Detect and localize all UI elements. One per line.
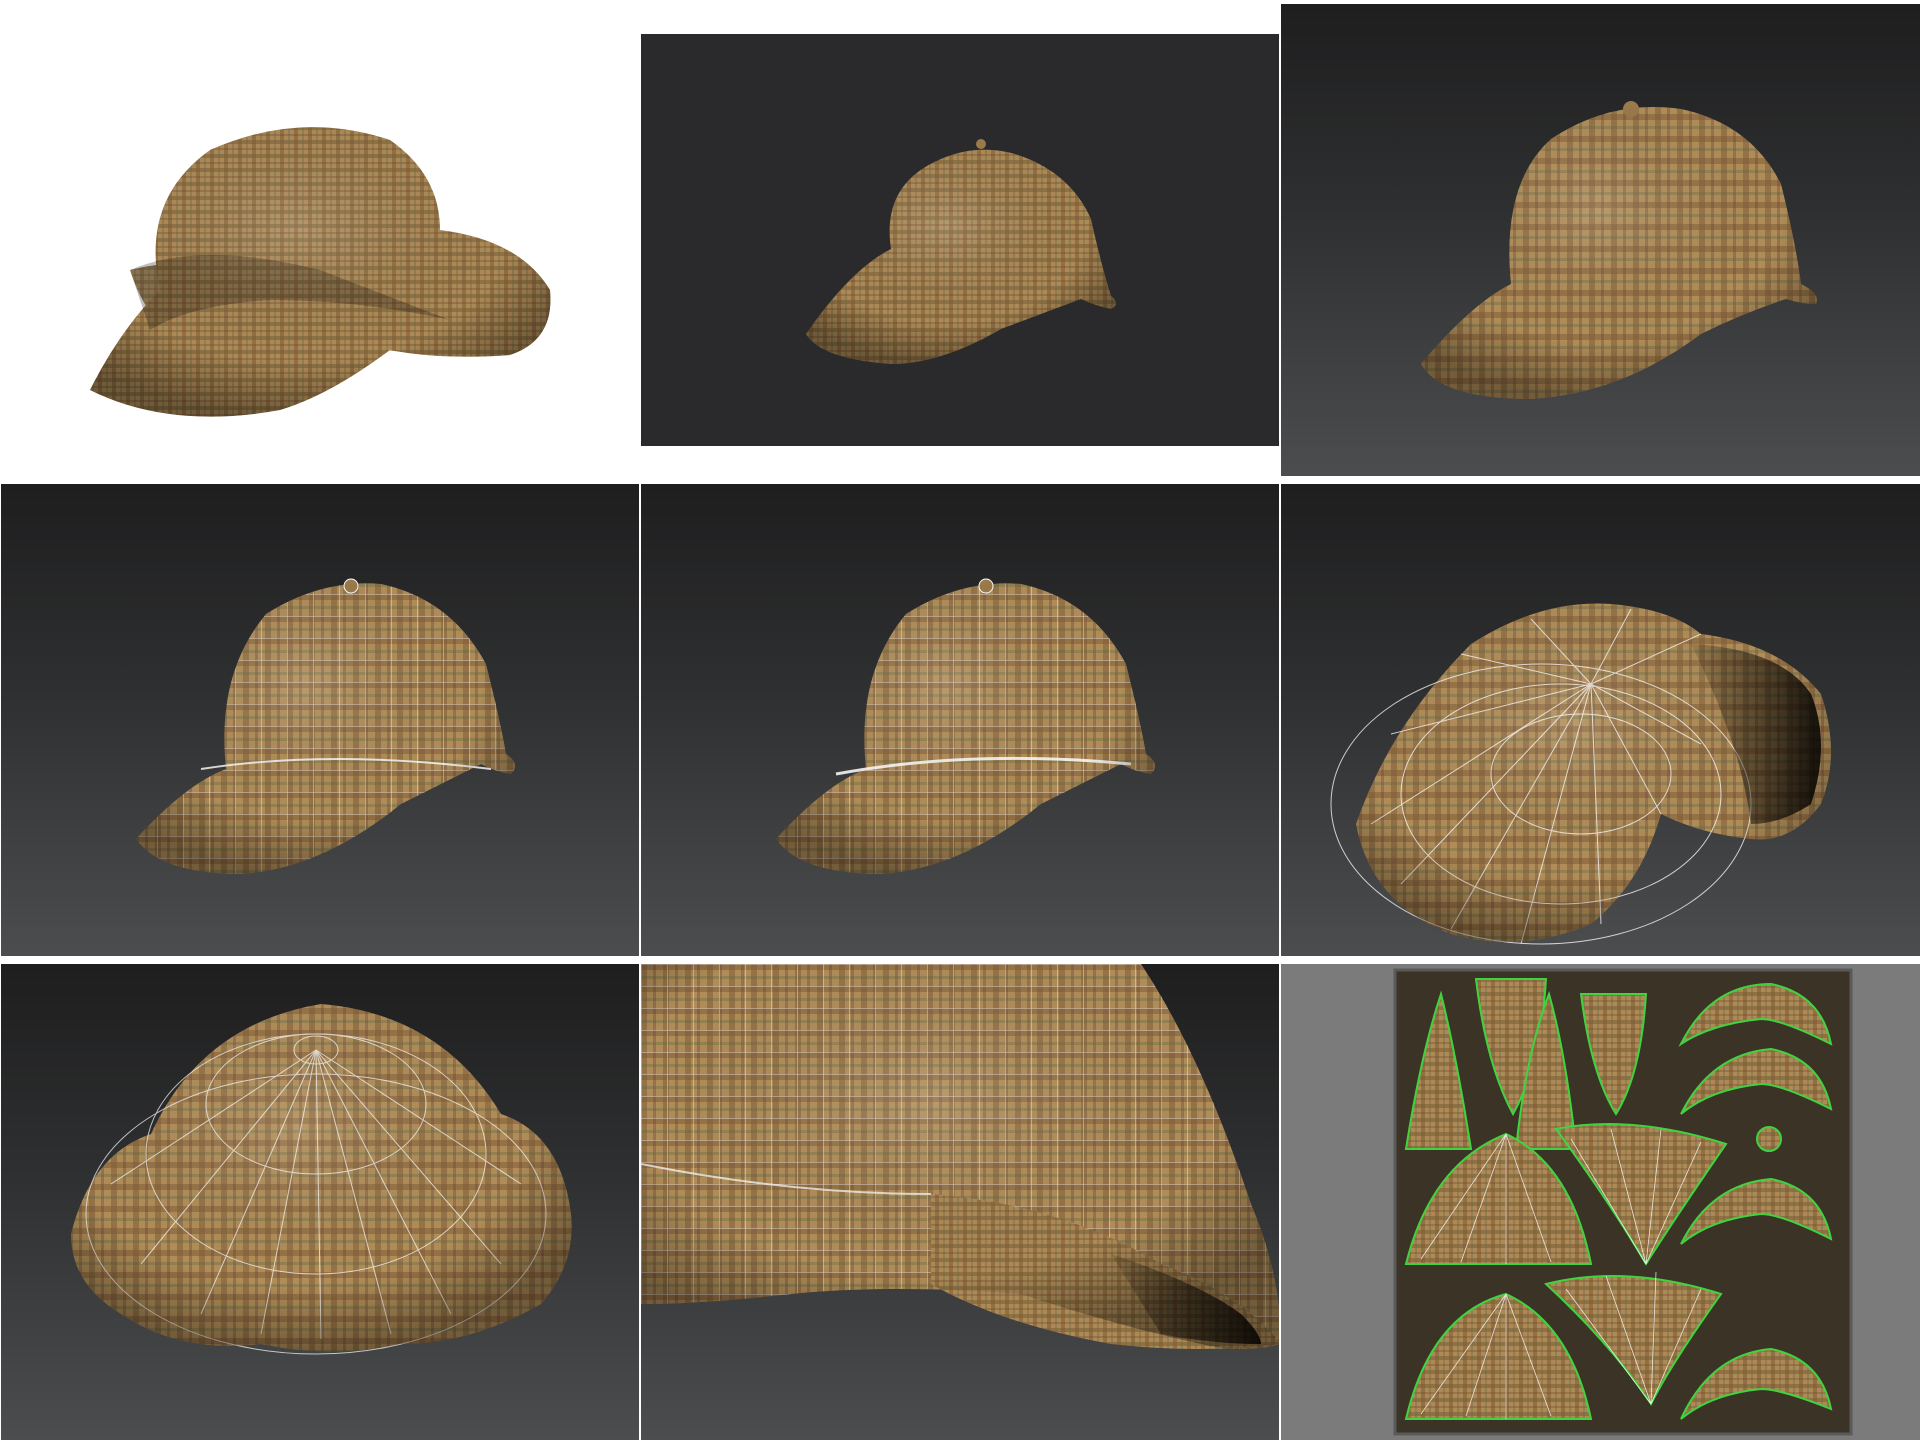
hat-render-flat bbox=[806, 139, 1116, 364]
hat-render-white bbox=[90, 127, 551, 417]
hat-wire-top bbox=[71, 1004, 572, 1355]
wire-underside-tile bbox=[1281, 484, 1920, 956]
render-flat-dark-frame bbox=[640, 0, 1280, 480]
hat-wire-side-right bbox=[776, 578, 1155, 874]
hat-wire-closeup bbox=[641, 964, 1279, 1349]
render-white-tile bbox=[0, 0, 640, 480]
uv-button bbox=[1756, 1126, 1782, 1152]
render-gradient-frame bbox=[1280, 0, 1920, 480]
hat-wire-underside bbox=[1330, 603, 1831, 945]
wire-top-tile bbox=[1, 964, 639, 1440]
uv-layout bbox=[1393, 968, 1853, 1436]
wire-closeup-tile bbox=[641, 964, 1279, 1440]
wire-side-right-tile bbox=[641, 484, 1279, 956]
render-flat-dark-tile bbox=[641, 34, 1279, 446]
hat-wire-side-left bbox=[136, 578, 515, 874]
uv-layout-tile bbox=[1281, 964, 1920, 1440]
render-gradient-tile bbox=[1281, 4, 1920, 476]
wire-side-left-tile bbox=[1, 484, 639, 956]
hat-render-gradient bbox=[1421, 101, 1817, 399]
